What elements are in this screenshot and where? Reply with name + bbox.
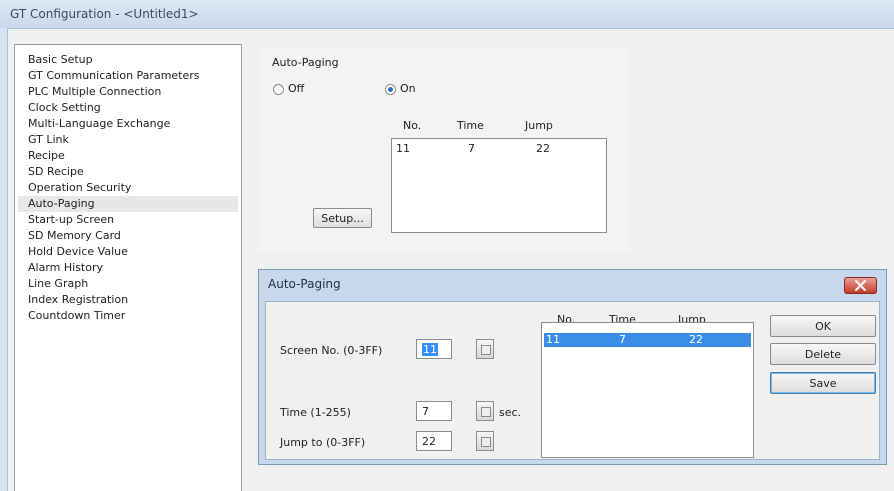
time-input[interactable]: 7 xyxy=(416,401,452,421)
sidebar-item-start-up-screen[interactable]: Start-up Screen xyxy=(18,212,238,228)
jump-input[interactable]: 22 xyxy=(416,431,452,451)
list-item[interactable]: 11 7 22 xyxy=(392,142,604,156)
sidebar-item-line-graph[interactable]: Line Graph xyxy=(18,276,238,292)
off-radio-label[interactable]: Off xyxy=(288,82,304,95)
sidebar-item-auto-paging[interactable]: Auto-Paging xyxy=(18,196,238,212)
sidebar-item-hold-device-value[interactable]: Hold Device Value xyxy=(18,244,238,260)
sidebar-item-countdown-timer[interactable]: Countdown Timer xyxy=(18,308,238,324)
settings-list[interactable]: Basic Setup GT Communication Parameters … xyxy=(14,44,242,491)
list-header-time: Time xyxy=(457,119,484,132)
sidebar-item-sd-memory-card[interactable]: SD Memory Card xyxy=(18,228,238,244)
window-title: GT Configuration - <Untitled1> xyxy=(10,7,199,21)
sidebar-item-operation-security[interactable]: Operation Security xyxy=(18,180,238,196)
screen-no-label: Screen No. (0-3FF) xyxy=(280,344,383,357)
close-button[interactable] xyxy=(844,277,877,294)
screen-no-input[interactable]: 11 xyxy=(416,339,452,359)
dialog-title: Auto-Paging xyxy=(268,277,341,291)
delete-button[interactable]: Delete xyxy=(770,343,876,365)
screen-no-picker-button[interactable] xyxy=(476,339,494,359)
row-time: 7 xyxy=(619,333,626,346)
sidebar-item-clock-setting[interactable]: Clock Setting xyxy=(18,100,238,116)
row-jump: 22 xyxy=(689,333,703,346)
ok-button[interactable]: OK xyxy=(770,315,876,337)
sidebar-item-multi-language-exchange[interactable]: Multi-Language Exchange xyxy=(18,116,238,132)
screen-no-value: 11 xyxy=(422,343,438,356)
list-header-jump: Jump xyxy=(525,119,553,132)
row-jump: 22 xyxy=(536,142,550,155)
sidebar-item-recipe[interactable]: Recipe xyxy=(18,148,238,164)
auto-paging-group-label: Auto-Paging xyxy=(272,56,339,69)
dialog-paging-list[interactable]: 11 7 22 xyxy=(541,322,754,458)
setup-button[interactable]: Setup... xyxy=(313,208,372,228)
sidebar-item-alarm-history[interactable]: Alarm History xyxy=(18,260,238,276)
sidebar-item-basic-setup[interactable]: Basic Setup xyxy=(18,52,238,68)
save-button[interactable]: Save xyxy=(770,372,876,394)
on-radio[interactable] xyxy=(385,84,396,95)
off-radio[interactable] xyxy=(273,84,284,95)
row-no: 11 xyxy=(396,142,410,155)
sidebar-item-sd-recipe[interactable]: SD Recipe xyxy=(18,164,238,180)
jump-label: Jump to (0-3FF) xyxy=(280,436,366,449)
close-icon xyxy=(855,280,866,291)
jump-value: 22 xyxy=(422,435,436,448)
dialog-body: Screen No. (0-3FF) 11 Time (1-255) 7 sec… xyxy=(265,301,880,460)
auto-paging-dialog: Auto-Paging Screen No. (0-3FF) 11 Time (… xyxy=(258,269,887,465)
on-radio-label[interactable]: On xyxy=(400,82,416,95)
time-label: Time (1-255) xyxy=(280,406,351,419)
row-no: 11 xyxy=(546,333,560,346)
jump-picker-button[interactable] xyxy=(476,431,494,451)
time-unit: sec. xyxy=(499,406,522,419)
time-picker-button[interactable] xyxy=(476,401,494,421)
list-header-no: No. xyxy=(403,119,422,132)
paging-list[interactable]: 11 7 22 xyxy=(391,138,607,233)
sidebar-item-gt-communication-parameters[interactable]: GT Communication Parameters xyxy=(18,68,238,84)
sidebar-item-gt-link[interactable]: GT Link xyxy=(18,132,238,148)
time-value: 7 xyxy=(422,405,429,418)
window-title-bar: GT Configuration - <Untitled1> xyxy=(0,0,894,28)
sidebar-item-plc-multiple-connection[interactable]: PLC Multiple Connection xyxy=(18,84,238,100)
sidebar-item-index-registration[interactable]: Index Registration xyxy=(18,292,238,308)
row-time: 7 xyxy=(468,142,475,155)
list-item[interactable]: 11 7 22 xyxy=(544,333,751,347)
